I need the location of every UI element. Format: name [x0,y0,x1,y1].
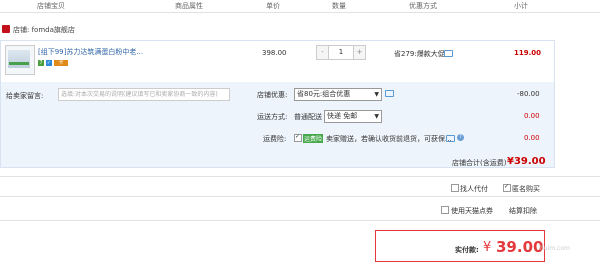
insurance-amount: 0.00 [524,134,540,142]
final-payment-label: 实付款: [455,246,479,254]
coupon-chat-icon[interactable] [385,90,394,97]
shipping-select-value: 快递 免邮 [327,112,358,120]
coupon-select[interactable]: 省80元:组合优惠 ▼ [294,88,382,101]
insurance-tag: 运费险 [303,134,324,143]
watermark: huim.com [540,245,570,252]
guarantee-icon: ✓ [46,60,52,66]
help-icon[interactable]: ? [457,134,464,141]
chevron-down-icon: ▼ [374,113,379,120]
header-col-discount: 优惠方式 [409,2,437,10]
table-header: 店铺宝贝 商品属性 单价 数量 优惠方式 小计 [0,0,600,13]
item-subtotal: 119.00 [514,49,542,57]
insurance-text: 卖家赠送，若确认收货前退货，可获保... [326,135,452,143]
product-title-link[interactable]: [组下99]苏力达筑满蛋白粉中老... [38,47,143,57]
unit-price: 398.00 [262,49,287,57]
proxy-pay-checkbox[interactable] [451,184,459,192]
shipping-label: 运送方式: [257,113,288,121]
shop-total-label: 店铺合计(含运费) [452,159,507,167]
divider [0,176,600,177]
divider [0,220,600,221]
header-col-subtotal: 小计 [514,2,528,10]
header-col-quantity: 数量 [332,2,346,10]
final-payment-value: 39.00 [496,238,544,256]
quantity-increase-button[interactable]: + [353,46,365,59]
chevron-down-icon: ▼ [374,91,379,98]
divider [0,196,600,197]
promo-chat-icon[interactable] [444,50,453,57]
card-pay-icon: 卡 [54,60,68,66]
shop-total-value: ¥39.00 [507,156,546,167]
tmall-points-checkbox[interactable] [441,206,449,214]
header-col-item: 店铺宝贝 [37,2,65,10]
proxy-pay-label: 找人代付 [460,185,488,193]
message-label: 给卖家留言: [6,92,44,100]
quantity-input[interactable]: 1 [329,46,353,59]
header-col-attributes: 商品属性 [175,2,203,10]
tmall-points-label: 使用天猫点券 [451,207,493,215]
quantity-stepper: - 1 + [316,45,366,60]
header-col-price: 单价 [266,2,280,10]
seven-day-return-icon: 7 [38,60,44,66]
shipping-amount: 0.00 [524,112,540,120]
promo-text: 省279:爆款大促 [394,50,445,58]
insurance-chat-icon[interactable] [446,135,455,142]
seller-message-input[interactable]: 选填:对本次交易的说明(建议填写已和卖家协商一致的内容) [58,88,230,101]
insurance-checkbox[interactable] [294,133,302,142]
product-thumbnail[interactable] [5,45,35,75]
points-deduct-label: 结算扣除 [509,207,537,215]
shipping-type: 普通配送 [294,113,322,121]
insurance-label: 运费险: [263,135,287,143]
coupon-label: 店铺优惠: [257,91,288,99]
quantity-decrease-button[interactable]: - [317,46,329,59]
shop-name[interactable]: 店铺: fomda旗舰店 [13,25,75,35]
anonymous-label: 匿名购买 [512,185,540,193]
coupon-select-value: 省80元:组合优惠 [297,90,351,98]
shop-icon [2,25,10,33]
anonymous-checkbox[interactable] [503,183,511,192]
coupon-amount: -80.00 [517,90,540,98]
final-currency: ¥ [483,240,492,255]
shipping-select[interactable]: 快递 免邮 ▼ [324,110,382,123]
